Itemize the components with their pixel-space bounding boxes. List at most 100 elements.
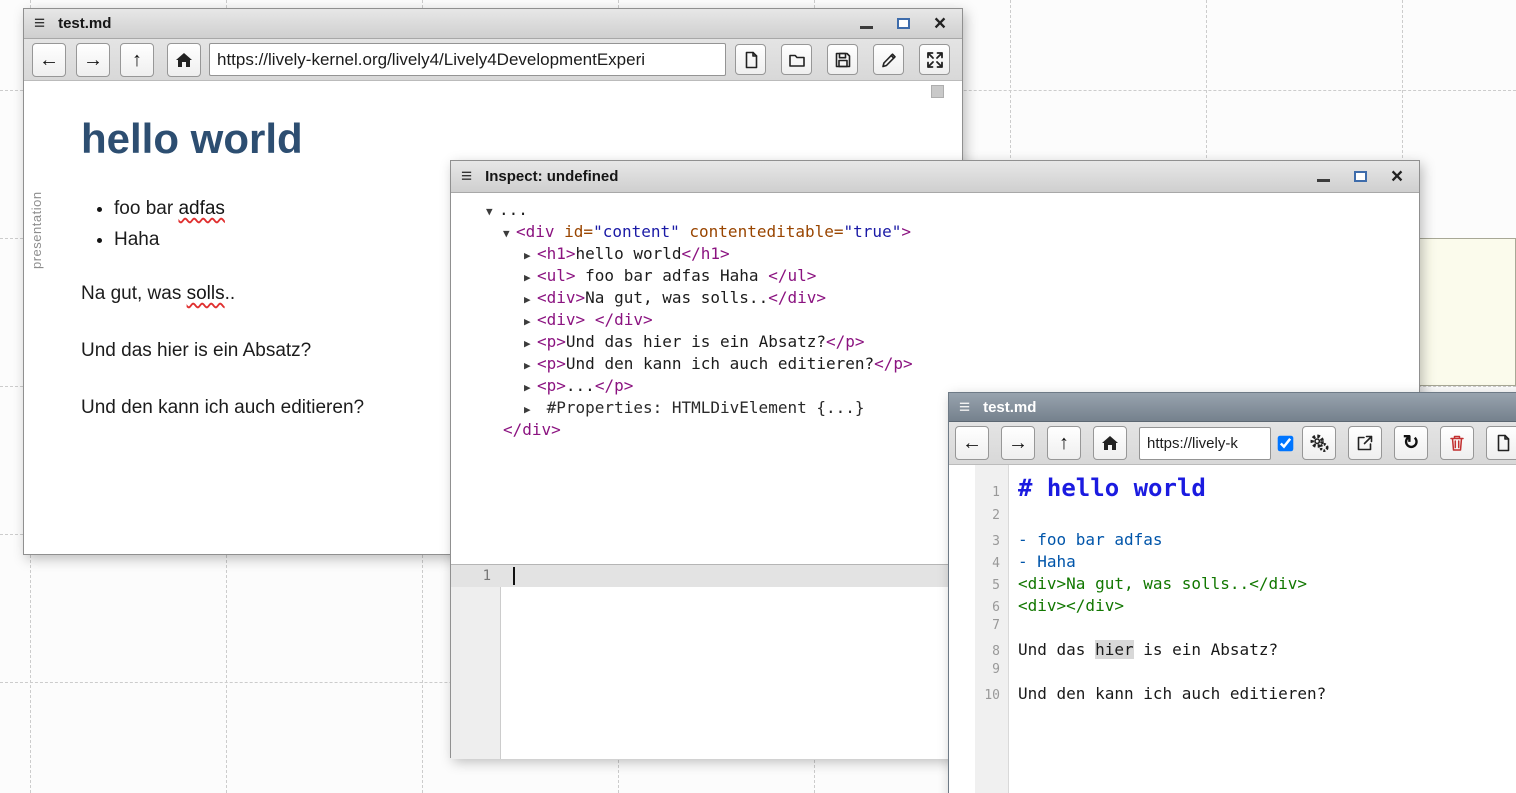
home-button[interactable]	[167, 43, 201, 77]
home-icon	[174, 50, 194, 70]
line-number: 7	[949, 618, 1009, 633]
inspector-titlebar[interactable]: ≡ Inspect: undefined ×	[451, 161, 1419, 193]
preview-titlebar[interactable]: ≡ test.md ×	[24, 9, 962, 39]
editor-line[interactable]: 6<div></div>	[949, 596, 1516, 618]
save-button[interactable]	[827, 44, 858, 75]
editor-titlebar[interactable]: ≡ test.md	[949, 393, 1516, 422]
dom-tree-node[interactable]: ▶<ul> foo bar adfas Haha </ul>	[451, 265, 1419, 287]
editor-line[interactable]: 9	[949, 662, 1516, 684]
editor-line[interactable]: 1# hello world	[949, 474, 1516, 508]
menu-icon[interactable]: ≡	[461, 167, 472, 186]
editor-line[interactable]: 3- foo bar adfas	[949, 530, 1516, 552]
maximize-button[interactable]	[1348, 166, 1372, 188]
scrollbar-thumb[interactable]	[931, 85, 944, 98]
edit-button[interactable]	[873, 44, 904, 75]
url-input[interactable]	[1139, 427, 1271, 460]
editor-line[interactable]: 7	[949, 618, 1516, 640]
text-segment: Und das hier is ein Absatz?	[566, 332, 826, 351]
text-segment: <h1>	[537, 244, 576, 263]
maximize-button[interactable]	[891, 13, 915, 35]
minimize-button[interactable]	[854, 13, 878, 35]
text-segment: </div>	[595, 310, 653, 329]
line-number: 8	[949, 644, 1009, 659]
refresh-icon: ↻	[1403, 433, 1420, 453]
forward-icon: →	[1008, 433, 1028, 453]
editor-line[interactable]: 8Und das hier is ein Absatz?	[949, 640, 1516, 662]
expand-arrow-icon[interactable]: ▶	[524, 289, 537, 311]
file-icon	[1493, 433, 1513, 453]
pane-label: presentation	[29, 191, 44, 269]
forward-button[interactable]: →	[1001, 426, 1035, 460]
line-number: 4	[949, 556, 1009, 571]
minimize-button[interactable]	[1311, 166, 1335, 188]
line-number: 6	[949, 600, 1009, 615]
close-button[interactable]: ×	[928, 13, 952, 35]
line-number: 5	[949, 578, 1009, 593]
text-segment: <p>	[537, 354, 566, 373]
editor-rows: 1# hello world2 3- foo bar adfas4- Haha5<…	[949, 474, 1516, 706]
dom-tree-node[interactable]: ▼<div id="content" contenteditable="true…	[451, 221, 1419, 243]
text-segment: Haha	[114, 229, 159, 250]
expand-button[interactable]	[919, 44, 950, 75]
dom-tree-node[interactable]: ▶<p>Und den kann ich auch editieren?</p>	[451, 353, 1419, 375]
up-icon: ↑	[1059, 433, 1069, 453]
expand-arrow-icon[interactable]: ▶	[524, 245, 537, 267]
expand-arrow-icon[interactable]: ▶	[524, 311, 537, 333]
text-segment: ...	[566, 376, 595, 395]
maximize-icon	[1354, 171, 1367, 182]
text-cursor	[513, 567, 515, 585]
dom-tree-node[interactable]: ▼...	[451, 199, 1419, 221]
up-button[interactable]: ↑	[1047, 426, 1081, 460]
url-input[interactable]	[209, 43, 726, 76]
text-segment: </ul>	[768, 266, 816, 285]
text-segment: <div>	[537, 310, 585, 329]
home-button[interactable]	[1093, 426, 1127, 460]
open-external-button[interactable]	[1348, 426, 1382, 460]
settings-button[interactable]	[1302, 426, 1336, 460]
text-segment: is ein Absatz?	[1134, 640, 1279, 659]
collapse-arrow-icon[interactable]: ▼	[486, 201, 499, 223]
document-heading[interactable]: hello world	[81, 115, 942, 163]
menu-icon[interactable]: ≡	[959, 398, 970, 417]
markdown-source-editor[interactable]: 1# hello world2 3- foo bar adfas4- Haha5<…	[949, 465, 1516, 793]
browse-folder-button[interactable]	[781, 44, 812, 75]
text-segment: Und den kann ich auch editieren?	[566, 354, 874, 373]
expand-arrow-icon[interactable]: ▶	[524, 377, 537, 399]
dom-tree-node[interactable]: ▶<p>Und das hier is ein Absatz?</p>	[451, 331, 1419, 353]
new-file-button[interactable]	[1486, 426, 1516, 460]
delete-button[interactable]	[1440, 426, 1474, 460]
expand-arrow-icon[interactable]: ▶	[524, 267, 537, 289]
expand-arrows-icon	[925, 50, 945, 70]
reload-button[interactable]: ↻	[1394, 426, 1428, 460]
text-segment: ...	[499, 200, 528, 219]
window-title: test.md	[58, 15, 111, 32]
code-text: # hello world	[1009, 474, 1206, 502]
dom-tree-node[interactable]: ▶<div> </div>	[451, 309, 1419, 331]
up-icon: ↑	[132, 50, 142, 70]
dom-tree-node[interactable]: ▶<h1>hello world</h1>	[451, 243, 1419, 265]
menu-icon[interactable]: ≡	[34, 14, 45, 33]
back-button[interactable]: ←	[32, 43, 66, 77]
expand-arrow-icon[interactable]: ▶	[524, 355, 537, 377]
home-icon	[1100, 433, 1120, 453]
text-segment: </h1>	[682, 244, 730, 263]
line-number: 2	[949, 508, 1009, 523]
expand-arrow-icon[interactable]: ▶	[524, 333, 537, 355]
file-icon	[741, 50, 761, 70]
text-segment: </p>	[595, 376, 634, 395]
auto-save-checkbox[interactable]	[1278, 435, 1294, 451]
up-button[interactable]: ↑	[120, 43, 154, 77]
forward-button[interactable]: →	[76, 43, 110, 77]
expand-arrow-icon[interactable]: ▶	[524, 399, 537, 421]
back-icon: ←	[39, 50, 59, 70]
editor-line[interactable]: 4- Haha	[949, 552, 1516, 574]
editor-line[interactable]: 5<div>Na gut, was solls..</div>	[949, 574, 1516, 596]
close-button[interactable]: ×	[1385, 166, 1409, 188]
collapse-arrow-icon[interactable]: ▼	[503, 223, 516, 245]
text-segment: "true"	[844, 222, 902, 241]
back-button[interactable]: ←	[955, 426, 989, 460]
editor-line[interactable]: 2	[949, 508, 1516, 530]
dom-tree-node[interactable]: ▶<div>Na gut, was solls..</div>	[451, 287, 1419, 309]
new-file-button[interactable]	[735, 44, 766, 75]
editor-line[interactable]: 10Und den kann ich auch editieren?	[949, 684, 1516, 706]
